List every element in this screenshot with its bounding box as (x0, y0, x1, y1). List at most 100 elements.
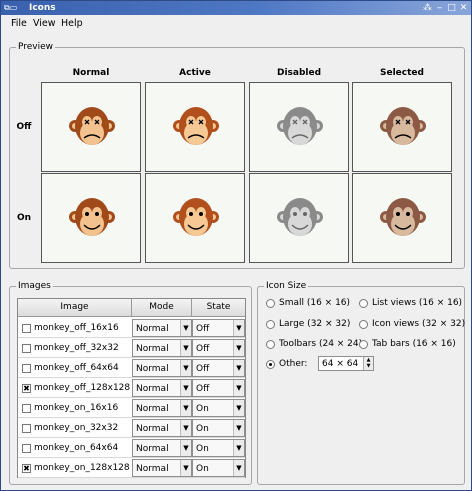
table-row[interactable]: ✖ monkey_on_128x128 Normal ▼ On ▼ (18, 458, 245, 478)
state-value: On (196, 464, 209, 474)
row-header-off: Off (16, 122, 32, 132)
preview-on-normal (41, 173, 141, 263)
state-value: On (196, 424, 209, 434)
state-combobox[interactable]: On ▼ (192, 459, 245, 477)
maximize-button[interactable]: □ (446, 3, 457, 13)
images-group-title: Images (16, 280, 53, 292)
image-checkbox[interactable]: ✖ (22, 384, 31, 393)
image-checkbox[interactable] (22, 444, 31, 453)
radio-indicator-selected[interactable] (266, 360, 275, 369)
radio-indicator[interactable] (359, 299, 368, 308)
column-header-active: Active (179, 68, 211, 78)
table-row[interactable]: monkey_on_32x32 Normal ▼ On ▼ (18, 418, 245, 438)
state-value: On (196, 404, 209, 414)
chevron-down-icon[interactable]: ▼ (180, 440, 191, 456)
mode-combobox[interactable]: Normal ▼ (132, 439, 192, 457)
preview-off-normal (41, 82, 141, 172)
chevron-down-icon[interactable]: ▼ (233, 380, 244, 396)
title-bar[interactable]: ⧉▭ Icons ⁂ ‒ □ ✕ (1, 1, 471, 15)
menu-help[interactable]: Help (61, 18, 83, 30)
table-row[interactable]: monkey_off_16x16 Normal ▼ Off ▼ (18, 318, 245, 338)
chevron-down-icon[interactable]: ▼ (233, 460, 244, 476)
chevron-down-icon[interactable]: ▼ (180, 380, 191, 396)
state-combobox[interactable]: Off ▼ (192, 359, 245, 377)
mode-combobox[interactable]: Normal ▼ (132, 379, 192, 397)
chevron-down-icon[interactable]: ▼ (180, 320, 191, 336)
radio-indicator[interactable] (266, 320, 275, 329)
mode-combobox[interactable]: Normal ▼ (132, 319, 192, 337)
state-value: On (196, 444, 209, 454)
mode-combobox[interactable]: Normal ▼ (132, 419, 192, 437)
close-button[interactable]: ✕ (458, 3, 469, 13)
state-combobox[interactable]: Off ▼ (192, 319, 245, 337)
row-header-on: On (16, 213, 32, 223)
mode-value: Normal (136, 344, 169, 354)
mode-value: Normal (136, 444, 169, 454)
monkey-on-icon (173, 198, 219, 236)
mode-combobox[interactable]: Normal ▼ (132, 399, 192, 417)
app-icon[interactable]: ⧉▭ (4, 3, 26, 13)
mode-combobox[interactable]: Normal ▼ (132, 359, 192, 377)
preview-group-title: Preview (16, 41, 56, 53)
radio-indicator[interactable] (266, 299, 275, 308)
chevron-down-icon[interactable]: ▼ (180, 360, 191, 376)
preview-off-active (145, 82, 245, 172)
image-name: monkey_off_64x64 (34, 363, 119, 373)
preview-off-selected (352, 82, 452, 172)
mode-combobox[interactable]: Normal ▼ (132, 339, 192, 357)
icon-size-group: Icon Size Small (16 × 16) Large (32 × 32… (257, 280, 465, 485)
spin-arrows-icon[interactable]: ▲ ▼ (363, 357, 373, 370)
table-row[interactable]: monkey_off_64x64 Normal ▼ Off ▼ (18, 358, 245, 378)
icons-window: ⧉▭ Icons ⁂ ‒ □ ✕ File View Help Preview … (0, 0, 472, 491)
other-size-value: 64 × 64 (322, 359, 359, 369)
image-checkbox[interactable] (22, 324, 31, 333)
state-combobox[interactable]: On ▼ (192, 399, 245, 417)
chevron-down-icon[interactable]: ▼ (180, 460, 191, 476)
window-menu-icon[interactable]: ⁂ (422, 3, 433, 13)
image-name: monkey_off_16x16 (34, 323, 119, 333)
image-name: monkey_on_16x16 (34, 403, 119, 413)
header-state[interactable]: State (192, 299, 245, 317)
state-combobox[interactable]: On ▼ (192, 439, 245, 457)
image-checkbox[interactable] (22, 404, 31, 413)
menu-view[interactable]: View (33, 18, 56, 30)
image-checkbox[interactable] (22, 344, 31, 353)
state-value: Off (196, 344, 210, 354)
chevron-down-icon[interactable]: ▼ (233, 320, 244, 336)
column-header-selected: Selected (380, 68, 424, 78)
preview-on-disabled (249, 173, 349, 263)
radio-indicator[interactable] (266, 340, 275, 349)
images-table[interactable]: Image Mode State monkey_off_16x16 Normal ▼… (17, 298, 246, 478)
chevron-down-icon[interactable]: ▼ (233, 340, 244, 356)
chevron-down-icon[interactable]: ▼ (180, 400, 191, 416)
image-checkbox[interactable] (22, 364, 31, 373)
chevron-down-icon[interactable]: ▼ (233, 440, 244, 456)
preview-on-active (145, 173, 245, 263)
state-combobox[interactable]: On ▼ (192, 419, 245, 437)
header-image[interactable]: Image (18, 299, 132, 317)
header-mode[interactable]: Mode (132, 299, 192, 317)
chevron-down-icon[interactable]: ▼ (233, 360, 244, 376)
state-combobox[interactable]: Off ▼ (192, 379, 245, 397)
minimize-button[interactable]: ‒ (434, 3, 445, 13)
chevron-down-icon[interactable]: ▼ (180, 340, 191, 356)
table-row[interactable]: monkey_on_16x16 Normal ▼ On ▼ (18, 398, 245, 418)
image-checkbox[interactable] (22, 424, 31, 433)
icon-size-group-title: Icon Size (264, 280, 309, 292)
chevron-down-icon[interactable]: ▼ (180, 420, 191, 436)
menu-file[interactable]: File (11, 18, 27, 30)
state-combobox[interactable]: Off ▼ (192, 339, 245, 357)
table-row[interactable]: ✖ monkey_off_128x128 Normal ▼ Off ▼ (18, 378, 245, 398)
other-size-spinbox[interactable]: 64 × 64 ▲ ▼ (318, 356, 374, 371)
mode-combobox[interactable]: Normal ▼ (132, 459, 192, 477)
chevron-down-icon[interactable]: ▼ (233, 400, 244, 416)
table-row[interactable]: monkey_on_64x64 Normal ▼ On ▼ (18, 438, 245, 458)
state-value: Off (196, 324, 210, 334)
radio-indicator[interactable] (359, 340, 368, 349)
table-row[interactable]: monkey_off_32x32 Normal ▼ Off ▼ (18, 338, 245, 358)
chevron-down-icon[interactable]: ▼ (233, 420, 244, 436)
mode-value: Normal (136, 424, 169, 434)
radio-indicator[interactable] (359, 320, 368, 329)
image-checkbox[interactable]: ✖ (22, 464, 31, 473)
monkey-on-icon (277, 198, 323, 236)
